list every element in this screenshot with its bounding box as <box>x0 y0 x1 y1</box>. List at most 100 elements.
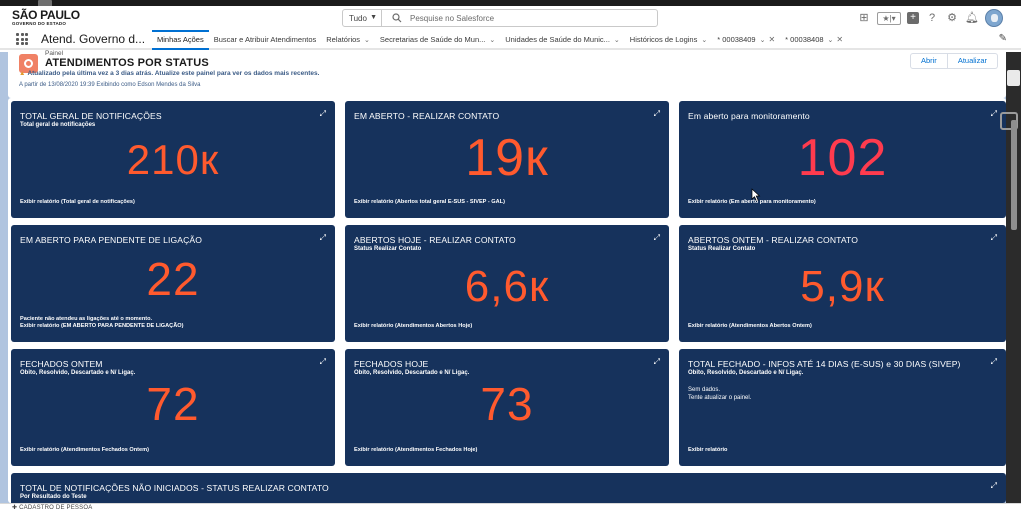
tile-title: EM ABERTO - REALIZAR CONTATO <box>354 111 500 121</box>
expand-icon[interactable]: ⤢ <box>991 357 997 367</box>
nav-tab-label: * 00038408 <box>785 35 824 44</box>
expand-icon[interactable]: ⤢ <box>991 481 997 491</box>
nav-tab-3[interactable]: Secretarias de Saúde do Mun... ⌄ <box>375 30 500 50</box>
user-avatar[interactable] <box>985 9 1003 27</box>
tile-value: 5,9к <box>800 262 885 311</box>
expand-icon[interactable]: ⤢ <box>654 109 660 119</box>
help-icon[interactable]: ? <box>925 11 939 25</box>
nav-tab-label: * 00038409 <box>717 35 756 44</box>
no-data-line-2: Tente atualizar o painel. <box>688 395 752 401</box>
search-scope-label: Tudo <box>349 14 367 23</box>
app-nav-bar: Atend. Governo d... Minhas Ações Buscar e… <box>0 30 1021 50</box>
nav-tab-label: Unidades de Saúde do Munic... <box>505 35 610 44</box>
refresh-button[interactable]: Atualizar <box>947 53 998 69</box>
tile-value: 6,6к <box>464 262 550 311</box>
nav-tab-label: Históricos de Logins <box>629 35 698 44</box>
nav-items: Minhas Ações Buscar e Atribuir Atendiment… <box>152 30 848 50</box>
app-launcher-icon[interactable] <box>16 33 28 45</box>
chevron-down-icon[interactable]: ⌄ <box>489 37 495 44</box>
notifications-bell-icon[interactable]: 🔔︎ <box>965 11 979 25</box>
add-icon[interactable]: + <box>907 12 919 24</box>
app-name: Atend. Governo d... <box>41 32 146 46</box>
sao-paulo-logo[interactable]: SÃO PAULO GOVERNO DO ESTADO <box>12 9 80 27</box>
tile-title: TOTAL FECHADO - INFOS ATÉ 14 DIAS (E-SUS… <box>688 359 961 369</box>
warning-icon: ▲ <box>19 70 26 77</box>
tile-report-link[interactable]: Exibir relatório <box>688 447 727 454</box>
tile-report-link[interactable]: Exibir relatório (Atendimentos Abertos H… <box>354 323 472 330</box>
logo-line-1: SÃO PAULO <box>12 8 80 22</box>
tile-report-link[interactable]: Exibir relatório (Abertos total geral E-… <box>354 199 505 206</box>
favorites-star-icon[interactable]: ★|▾ <box>877 11 901 25</box>
chevron-down-icon[interactable]: ⌄ <box>701 37 707 44</box>
tile-footer: Paciente não atendeu as ligações até o m… <box>20 316 183 330</box>
dashboard-header: Painel ATENDIMENTOS POR STATUS ▲ Atualiza… <box>8 50 1006 98</box>
close-tab-icon[interactable]: ✕ <box>836 35 843 44</box>
metric-tile-monitoramento[interactable]: Em aberto para monitoramento ⤢ 102 Exibi… <box>679 101 1006 218</box>
tile-value: 210к <box>126 136 220 183</box>
nav-tab-4[interactable]: Unidades de Saúde do Munic... ⌄ <box>500 30 625 50</box>
tile-report-link[interactable]: Exibir relatório (Atendimentos Fechados … <box>20 447 149 454</box>
open-button[interactable]: Abrir <box>909 53 948 69</box>
utility-bar: ✚ CADASTRO DE PESSOA <box>0 503 1021 511</box>
expand-icon[interactable]: ⤢ <box>991 109 997 119</box>
tile-subtitle: Obito, Resolvido, Descartado e N/ Ligaç. <box>688 370 804 376</box>
close-tab-icon[interactable]: ✕ <box>768 35 775 44</box>
tile-value: 22 <box>146 253 200 305</box>
metric-tile-pendente-ligacao[interactable]: EM ABERTO PARA PENDENTE DE LIGAÇÃO ⤢ 22 … <box>11 225 335 342</box>
expand-icon[interactable]: ⤢ <box>654 233 660 243</box>
utility-item-cadastro[interactable]: ✚ CADASTRO DE PESSOA <box>12 504 92 511</box>
search-scope-dropdown[interactable]: Tudo ▼ <box>342 9 382 27</box>
tile-report-link[interactable]: Exibir relatório (EM ABERTO PARA PENDENT… <box>20 323 183 330</box>
tile-report-link[interactable]: Exibir relatório (Atendimentos Fechados … <box>354 447 477 454</box>
nav-tab-2[interactable]: Relatórios ⌄ <box>321 30 375 50</box>
chevron-down-icon[interactable]: ⌄ <box>760 37 766 44</box>
metric-tile-abertos-ontem[interactable]: ABERTOS ONTEM - REALIZAR CONTATO Status … <box>679 225 1006 342</box>
nav-tab-5[interactable]: Históricos de Logins ⌄ <box>625 30 712 50</box>
global-header: SÃO PAULO GOVERNO DO ESTADO Tudo ▼ Pesqu… <box>0 6 1021 30</box>
global-search-input[interactable]: Pesquise no Salesforce <box>381 9 658 27</box>
app-window: SÃO PAULO GOVERNO DO ESTADO Tudo ▼ Pesqu… <box>0 0 1021 511</box>
tile-title: FECHADOS ONTEM <box>20 359 103 369</box>
nav-tab-label: Relatórios <box>326 35 361 44</box>
edit-nav-pencil-icon[interactable]: ✎ <box>999 33 1007 44</box>
metric-tile-total-fechado[interactable]: TOTAL FECHADO - INFOS ATÉ 14 DIAS (E-SUS… <box>679 349 1006 466</box>
dashboard-title: ATENDIMENTOS POR STATUS <box>45 57 209 69</box>
nav-tab-1[interactable]: Buscar e Atribuir Atendimentos <box>209 30 322 50</box>
nav-tab-0[interactable]: Minhas Ações <box>152 30 209 50</box>
dashboard-buttons: Abrir Atualizar <box>909 53 998 69</box>
nav-tab-label: Secretarias de Saúde do Mun... <box>379 35 486 44</box>
tile-subtitle: Status Realizar Contato <box>688 246 756 252</box>
side-panel-tab[interactable] <box>1007 70 1020 86</box>
scrollbar-thumb[interactable] <box>1011 120 1017 230</box>
utility-item-label: CADASTRO DE PESSOA <box>19 505 93 511</box>
chevron-down-icon[interactable]: ⌄ <box>828 37 834 44</box>
metric-tile-abertos-hoje[interactable]: ABERTOS HOJE - REALIZAR CONTATO Status R… <box>345 225 669 342</box>
expand-icon[interactable]: ⤢ <box>320 357 326 367</box>
tile-report-link[interactable]: Exibir relatório (Atendimentos Abertos O… <box>688 323 812 330</box>
metric-tile-fechados-ontem[interactable]: FECHADOS ONTEM Obito, Resolvido, Descart… <box>11 349 335 466</box>
chevron-down-icon[interactable]: ⌄ <box>364 37 370 44</box>
tile-subtitle: Total geral de notificações <box>20 122 96 128</box>
nav-tab-7[interactable]: * 00038408 ⌄ ✕ <box>780 30 848 50</box>
tile-report-link[interactable]: Exibir relatório (Total geral de notific… <box>20 199 135 206</box>
metric-tile-fechados-hoje[interactable]: FECHADOS HOJE Obito, Resolvido, Descarta… <box>345 349 669 466</box>
tile-title: TOTAL DE NOTIFICAÇÕES NÃO INICIADOS - ST… <box>20 483 329 493</box>
tile-report-link[interactable]: Exibir relatório (Em aberto para monitor… <box>688 199 816 206</box>
chevron-down-icon[interactable]: ⌄ <box>614 37 620 44</box>
dashboard-type-label: Painel <box>45 50 64 57</box>
expand-icon[interactable]: ⤢ <box>654 357 660 367</box>
search-icon <box>392 13 402 23</box>
expand-icon[interactable]: ⤢ <box>320 233 326 243</box>
chart-tile-nao-iniciados[interactable]: TOTAL DE NOTIFICAÇÕES NÃO INICIADOS - ST… <box>11 473 1006 503</box>
expand-icon[interactable]: ⤢ <box>991 233 997 243</box>
warning-text: Atualizado pela última vez a 3 dias atrá… <box>27 70 320 77</box>
right-rail <box>1000 52 1021 503</box>
tile-value: 102 <box>797 129 888 187</box>
guidance-icon[interactable]: ⊞ <box>857 11 871 25</box>
setup-gear-icon[interactable]: ⚙ <box>945 11 959 25</box>
nav-tab-6[interactable]: * 00038409 ⌄ ✕ <box>712 30 780 50</box>
metric-tile-total-geral[interactable]: TOTAL GERAL DE NOTIFICAÇÕES Total geral … <box>11 101 335 218</box>
expand-icon[interactable]: ⤢ <box>320 109 326 119</box>
metric-tile-em-aberto-realizar[interactable]: EM ABERTO - REALIZAR CONTATO ⤢ 19к Exibi… <box>345 101 669 218</box>
tile-value: 73 <box>480 378 534 430</box>
